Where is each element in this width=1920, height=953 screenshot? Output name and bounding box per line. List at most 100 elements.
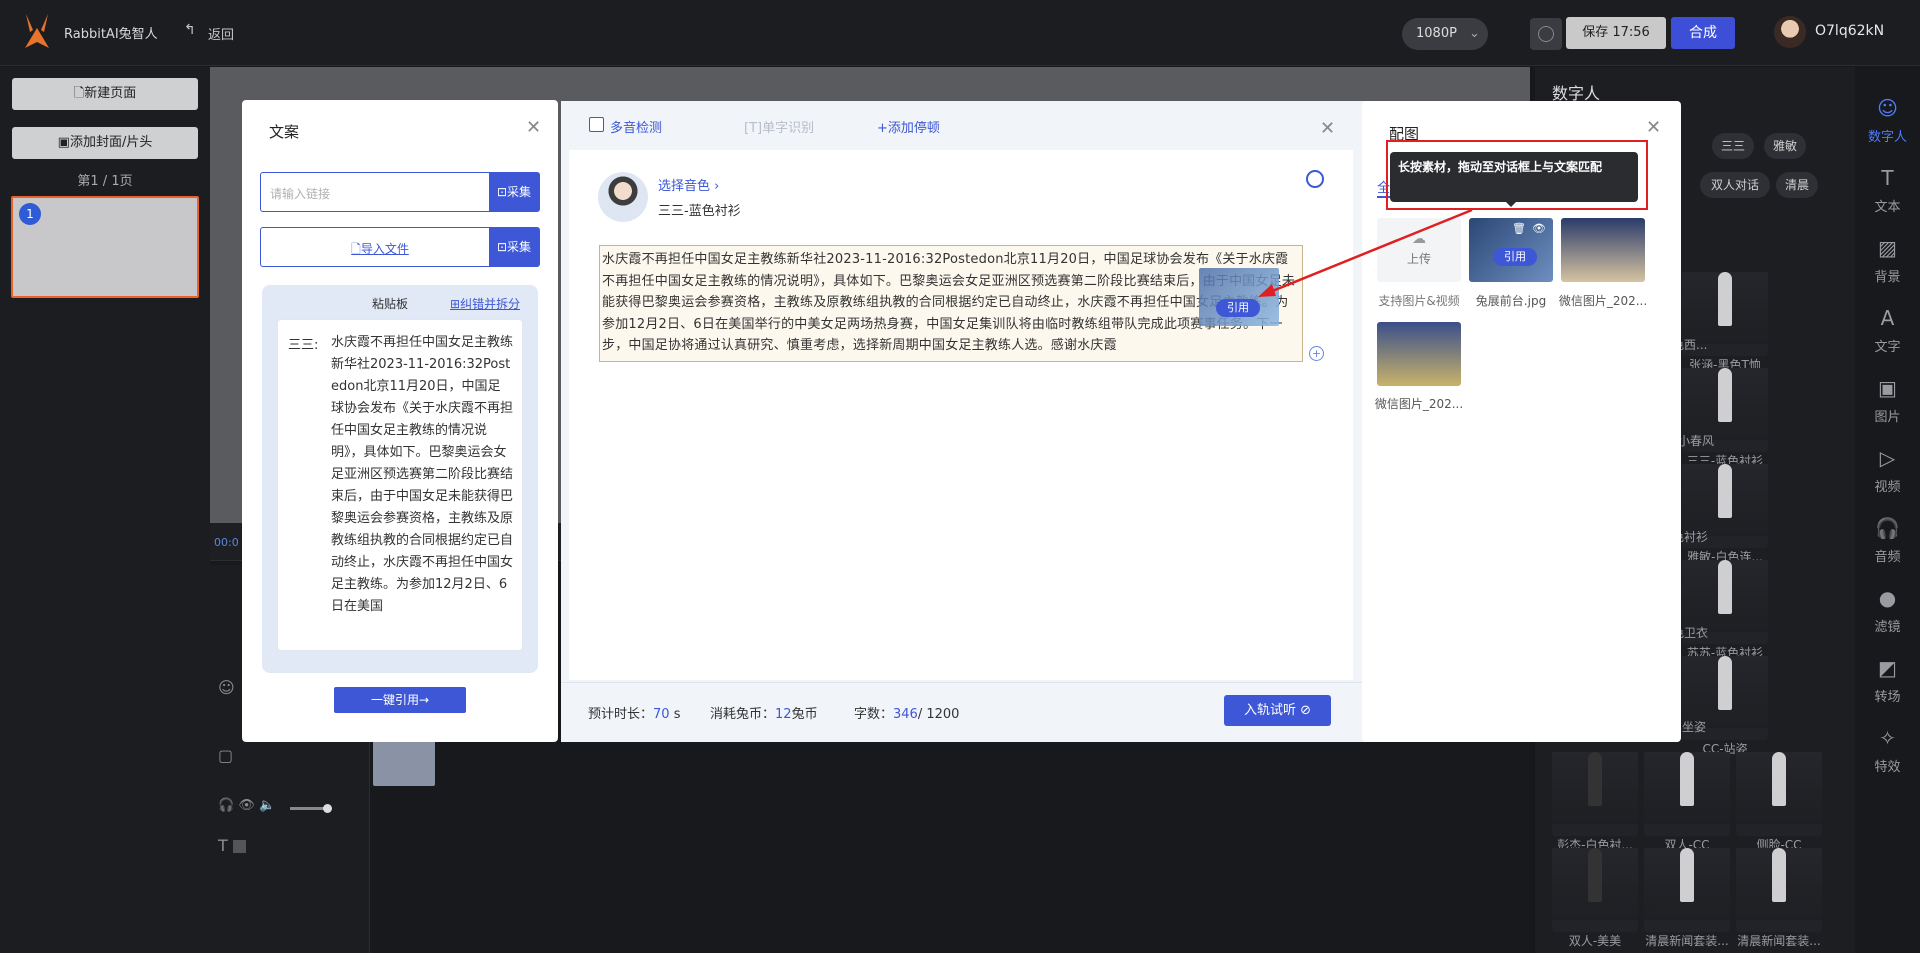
resolution-select[interactable]: 1080P ⌄ — [1402, 18, 1488, 50]
person-card[interactable]: 彭杰-白色衬... — [1552, 742, 1643, 853]
select-voice-link[interactable]: 选择音色 › — [658, 175, 719, 194]
filter-pill[interactable]: 双人对话 — [1700, 172, 1770, 198]
person-label: 清晨新闻套装... — [1737, 934, 1821, 948]
nav-digital-human[interactable]: ☺ 数字人 — [1855, 96, 1920, 145]
file-icon: 🗋 — [351, 242, 361, 256]
upload-cloud-icon: ☁ — [1412, 231, 1426, 247]
script-editor — [569, 150, 1353, 680]
clipboard-title: 粘贴板 — [372, 297, 409, 311]
page-number-badge: 1 — [19, 203, 41, 225]
volume-slider[interactable] — [290, 804, 332, 813]
add-segment-icon[interactable]: + — [1309, 346, 1324, 361]
app-name: RabbitAI兔智人 — [64, 27, 158, 42]
person-label: 双人-美美 — [1568, 934, 1622, 948]
fix-icon: ⊞ — [450, 297, 461, 311]
filter-pill[interactable]: 三三 — [1712, 133, 1754, 159]
close-icon[interactable]: ✕ — [1646, 117, 1661, 138]
headphones-icon: 🎧 — [1875, 516, 1900, 540]
image-icon: ▣ — [1878, 376, 1897, 400]
person-card[interactable]: 清晨新闻套装... — [1736, 838, 1827, 949]
person-card[interactable]: 双人-CC — [1644, 742, 1735, 853]
duration-stat: 预计时长：70 s — [588, 707, 681, 722]
chars-stat: 字数：346/ 1200 — [854, 707, 960, 722]
upload-hint: 支持图片&视频 — [1378, 294, 1460, 308]
person-card[interactable]: CC-站姿 — [1682, 646, 1773, 757]
delete-icon[interactable]: 🗑 — [1512, 222, 1526, 235]
person-label: 坐姿 — [1682, 720, 1707, 734]
nav-effects[interactable]: ✧ 特效 — [1855, 726, 1920, 775]
digital-human-track-icon: ☺ — [218, 678, 235, 697]
chevron-down-icon: ⌄ — [1468, 26, 1480, 41]
polyphone-checkbox[interactable] — [589, 117, 604, 132]
preview-play-button[interactable] — [1530, 18, 1562, 50]
person-card[interactable]: 雅敏-白色连... — [1682, 454, 1773, 565]
quote-all-button[interactable]: 一键引用→ — [334, 687, 466, 713]
person-label: 清晨新闻套装... — [1645, 934, 1729, 948]
video-track-icon: ▢ — [218, 746, 234, 765]
drag-quote-badge: 引用 — [1216, 299, 1260, 317]
background-icon: ▨ — [1878, 236, 1897, 260]
person-card[interactable]: 三三-蓝色衬衫 — [1682, 358, 1773, 469]
link-input-placeholder: 请输入链接 — [270, 187, 331, 201]
close-icon[interactable]: ✕ — [1320, 118, 1335, 139]
collect-icon: ⊡ — [496, 185, 508, 199]
username[interactable]: O7lq62kN — [1815, 23, 1884, 39]
nav-text[interactable]: T 文本 — [1855, 166, 1920, 215]
nav-audio[interactable]: 🎧 音频 — [1855, 516, 1920, 565]
add-cover-button[interactable]: ▣添加封面/片头 — [12, 127, 198, 159]
back-button[interactable]: 返回 — [208, 24, 234, 43]
filter-pill[interactable]: 雅敏 — [1764, 133, 1806, 159]
text-track-icon: T — [218, 836, 246, 855]
person-card[interactable]: 苏苏-蓝色衬衫 — [1682, 550, 1773, 661]
material-label: 兔展前台.jpg — [1475, 294, 1547, 308]
collect-button[interactable]: ⊡采集 — [489, 228, 539, 266]
image-icon: ▣ — [57, 135, 70, 150]
person-card[interactable]: 清晨新闻套装... — [1644, 838, 1735, 949]
nav-image[interactable]: ▣ 图片 — [1855, 376, 1920, 425]
collect-icon: ⊡ — [496, 240, 508, 254]
rabbit-logo-icon — [25, 14, 49, 48]
play-icon — [1538, 26, 1554, 42]
script-text-clip: 水庆霞不再担任中国女足主教练新华社2023-11-2016:32Postedon… — [602, 249, 1300, 359]
new-page-button[interactable]: 🗋新建页面 — [12, 78, 198, 110]
person-label: 小春风 — [1678, 434, 1715, 448]
person-card[interactable]: 双人-美美 — [1552, 838, 1643, 949]
speaker-tag: 三三: — [288, 338, 319, 353]
eye-icon[interactable]: 👁 — [1532, 222, 1546, 235]
nav-background[interactable]: ▨ 背景 — [1855, 236, 1920, 285]
gear-icon[interactable] — [1306, 170, 1324, 188]
fix-split-link[interactable]: ⊞纠错并拆分 — [450, 295, 520, 312]
person-card[interactable]: 侧脸-CC — [1736, 742, 1827, 853]
video-icon: ▷ — [1879, 446, 1896, 470]
coins-stat: 消耗兔币：12兔币 — [710, 707, 818, 722]
quote-badge[interactable]: 引用 — [1493, 248, 1537, 266]
listen-button[interactable]: 入轨试听 ⊘ — [1224, 695, 1331, 726]
nav-video[interactable]: ▷ 视频 — [1855, 446, 1920, 495]
person-card[interactable]: 张涵-黑色T恤 — [1682, 262, 1773, 373]
dragging-material[interactable] — [1199, 268, 1279, 326]
nav-caption[interactable]: A 文字 — [1855, 306, 1920, 355]
collect-button[interactable]: ⊡采集 — [489, 173, 539, 211]
file-plus-icon: 🗋 — [73, 86, 85, 101]
avatar[interactable] — [1774, 16, 1806, 48]
nav-filter[interactable]: ● 滤镜 — [1855, 586, 1920, 635]
compose-button[interactable]: 合成 — [1671, 17, 1735, 49]
material-thumb[interactable] — [1377, 322, 1461, 386]
filter-pill[interactable]: 清晨 — [1776, 172, 1818, 198]
back-arrow-icon[interactable]: ↰ — [184, 22, 196, 38]
clipboard-text: 水庆霞不再担任中国女足主教练新华社2023-11-2016:32Postedon… — [331, 335, 513, 614]
material-label: 微信图片_202... — [1558, 294, 1648, 308]
dialog-title: 文案 — [269, 123, 300, 141]
timeline-clip[interactable] — [373, 740, 435, 786]
audio-track-icon[interactable]: 🎧 👁 🔈 — [218, 798, 275, 813]
time-code: 00:0 — [214, 536, 239, 549]
close-icon[interactable]: ✕ — [526, 117, 541, 138]
save-button[interactable]: 保存 17:56 — [1566, 17, 1666, 49]
voice-name: 三三-蓝色衬衫 — [658, 204, 741, 219]
check-circle-icon: ⊘ — [1300, 703, 1312, 718]
polyphone-label[interactable]: 多音检测 — [610, 117, 662, 136]
add-pause-button[interactable]: +添加停顿 — [877, 117, 940, 136]
nav-transition[interactable]: ◩ 转场 — [1855, 656, 1920, 705]
import-file-link[interactable]: 🗋导入文件 — [260, 240, 500, 261]
material-thumb[interactable] — [1561, 218, 1645, 282]
